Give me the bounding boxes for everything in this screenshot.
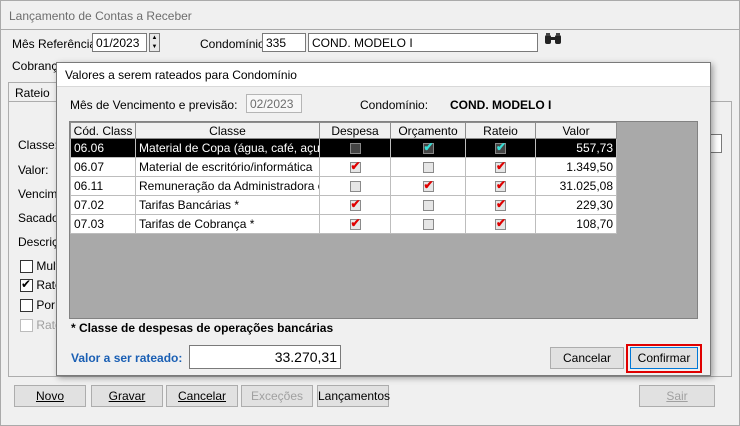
rateio-row-checkbox[interactable] xyxy=(495,159,506,174)
cell-orcamento[interactable] xyxy=(390,138,466,158)
tab-rateio[interactable]: Rateio xyxy=(8,82,57,103)
excecoes-button: Exceções xyxy=(241,385,313,407)
table-row[interactable]: 06.06 Material de Copa (água, café, açuc… xyxy=(70,138,617,158)
cell-despesa[interactable] xyxy=(319,157,391,177)
gravar-button[interactable]: Gravar xyxy=(91,385,163,407)
rateio-grid[interactable]: Cód. Class Classe Despesa Orçamento Rate… xyxy=(69,121,698,319)
total-value-field: 33.270,31 xyxy=(189,345,341,369)
cell-despesa[interactable] xyxy=(319,138,391,158)
condominio-label: Condomínio: xyxy=(200,37,269,51)
multiplo-checkbox[interactable] xyxy=(20,260,33,274)
cell-classe[interactable]: Tarifas de Cobrança * xyxy=(135,214,320,234)
mes-referencia-spinner[interactable]: ▲ ▼ xyxy=(149,33,160,52)
col-header-valor[interactable]: Valor xyxy=(535,122,617,139)
cell-rateio[interactable] xyxy=(465,214,536,234)
table-row[interactable]: 06.11 Remuneração da Administradora c 31… xyxy=(70,176,617,196)
table-header-row: Cód. Class Classe Despesa Orçamento Rate… xyxy=(70,122,617,139)
orcamento-checkbox[interactable] xyxy=(422,178,434,193)
spin-up-icon[interactable]: ▲ xyxy=(150,34,159,43)
rateio-row-checkbox[interactable] xyxy=(495,216,506,231)
orcamento-checkbox[interactable] xyxy=(422,140,434,155)
bank-classes-note: * Classe de despesas de operações bancár… xyxy=(71,321,334,335)
condominio-name-input[interactable]: COND. MODELO I xyxy=(308,33,538,52)
classe-label: Classe: xyxy=(18,138,59,152)
rateio-checkbox[interactable] xyxy=(20,277,33,293)
dialog-cancel-button[interactable]: Cancelar xyxy=(550,347,624,369)
cell-rateio[interactable] xyxy=(465,138,536,158)
spin-down-icon[interactable]: ▼ xyxy=(150,43,159,52)
window-title: Lançamento de Contas a Receber xyxy=(9,9,192,23)
orcamento-checkbox[interactable] xyxy=(422,162,434,174)
cell-despesa[interactable] xyxy=(319,176,391,196)
cell-valor[interactable]: 108,70 xyxy=(535,214,617,234)
rate-checkbox xyxy=(20,319,33,333)
cell-rateio[interactable] xyxy=(465,157,536,177)
orcamento-checkbox[interactable] xyxy=(422,200,434,212)
orcamento-checkbox[interactable] xyxy=(422,219,434,231)
rateio-row-checkbox[interactable] xyxy=(495,140,506,155)
condominio-code-input[interactable]: 335 xyxy=(262,33,306,52)
cell-code[interactable]: 07.02 xyxy=(70,195,136,215)
table-row[interactable]: 07.02 Tarifas Bancárias * 229,30 xyxy=(70,195,617,215)
mes-vencimento-field: 02/2023 xyxy=(246,94,302,113)
col-header-despesa[interactable]: Despesa xyxy=(319,122,391,139)
window-title-bar: Lançamento de Contas a Receber xyxy=(0,0,740,30)
cell-code[interactable]: 06.06 xyxy=(70,138,136,158)
cell-valor[interactable]: 31.025,08 xyxy=(535,176,617,196)
rateio-dialog: Valores a serem rateados para Condomínio… xyxy=(56,62,711,376)
valor-label: Valor: xyxy=(18,163,49,177)
mes-referencia-input[interactable]: 01/2023 xyxy=(92,33,147,52)
cell-orcamento[interactable] xyxy=(390,195,466,215)
col-header-cod-class[interactable]: Cód. Class xyxy=(70,122,136,139)
cell-code[interactable]: 07.03 xyxy=(70,214,136,234)
despesa-checkbox[interactable] xyxy=(349,159,361,174)
rateio-table: Cód. Class Classe Despesa Orçamento Rate… xyxy=(70,122,617,234)
col-header-orcamento[interactable]: Orçamento xyxy=(390,122,466,139)
cell-classe[interactable]: Material de escritório/informática xyxy=(135,157,320,177)
dialog-condominio-value: COND. MODELO I xyxy=(450,98,552,112)
cell-rateio[interactable] xyxy=(465,195,536,215)
cell-classe[interactable]: Material de Copa (água, café, açuc xyxy=(135,138,320,158)
sair-button: Sair xyxy=(639,385,715,407)
dialog-title: Valores a serem rateados para Condomínio xyxy=(65,68,297,82)
mes-referencia-label: Mês Referência: xyxy=(12,37,100,51)
total-label: Valor a ser rateado: xyxy=(71,351,183,365)
rateio-row-checkbox[interactable] xyxy=(495,197,506,212)
novo-button[interactable]: Novo xyxy=(14,385,86,407)
col-header-rateio[interactable]: Rateio xyxy=(465,122,536,139)
col-header-classe[interactable]: Classe xyxy=(135,122,320,139)
cell-valor[interactable]: 229,30 xyxy=(535,195,617,215)
lancamentos-button[interactable]: Lançamentos xyxy=(317,385,390,407)
binoculars-search-icon[interactable] xyxy=(542,32,564,52)
confirm-button[interactable]: Confirmar xyxy=(630,347,698,369)
cell-valor[interactable]: 557,73 xyxy=(535,138,617,158)
cell-valor[interactable]: 1.349,50 xyxy=(535,157,617,177)
table-row[interactable]: 07.03 Tarifas de Cobrança * 108,70 xyxy=(70,214,617,234)
cell-classe[interactable]: Tarifas Bancárias * xyxy=(135,195,320,215)
cell-code[interactable]: 06.07 xyxy=(70,157,136,177)
dialog-condominio-label: Condomínio: xyxy=(360,98,429,112)
table-row[interactable]: 06.07 Material de escritório/informática… xyxy=(70,157,617,177)
cell-despesa[interactable] xyxy=(319,195,391,215)
cell-orcamento[interactable] xyxy=(390,176,466,196)
despesa-checkbox[interactable] xyxy=(349,216,361,231)
cell-despesa[interactable] xyxy=(319,214,391,234)
despesa-checkbox[interactable] xyxy=(349,181,361,193)
cell-rateio[interactable] xyxy=(465,176,536,196)
rateio-row-checkbox[interactable] xyxy=(495,178,506,193)
mes-vencimento-label: Mês de Vencimento e previsão: xyxy=(70,98,238,112)
dialog-title-bar: Valores a serem rateados para Condomínio xyxy=(57,63,710,87)
cell-orcamento[interactable] xyxy=(390,214,466,234)
cancelar-button[interactable]: Cancelar xyxy=(166,385,238,407)
despesa-checkbox[interactable] xyxy=(349,143,361,155)
cell-classe[interactable]: Remuneração da Administradora c xyxy=(135,176,320,196)
despesa-checkbox[interactable] xyxy=(349,197,361,212)
cell-orcamento[interactable] xyxy=(390,157,466,177)
por-checkbox[interactable] xyxy=(20,299,33,313)
cell-code[interactable]: 06.11 xyxy=(70,176,136,196)
